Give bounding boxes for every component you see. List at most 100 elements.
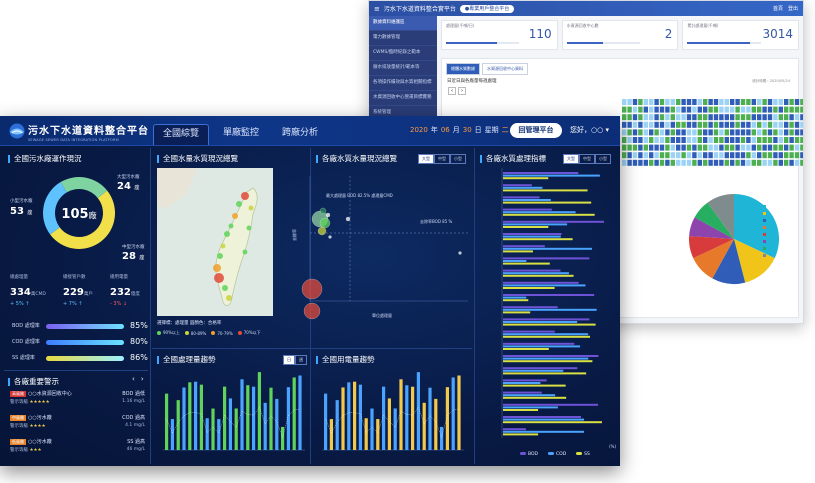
heatmap-cell <box>784 121 789 128</box>
plant-marker[interactable] <box>222 285 228 291</box>
plant-marker[interactable] <box>217 253 223 259</box>
quality-bar-chart: (%) <box>501 168 616 449</box>
risk-badge: 中風險 <box>10 415 26 421</box>
plant-marker[interactable] <box>214 273 224 283</box>
tab-overview[interactable]: 全國綜覽 <box>153 124 209 145</box>
alert-item[interactable]: 高風險 ○○水資源回收中心 BOD 過低 警示等級 ★★★★★ 1.16 mg/L <box>10 390 145 405</box>
plant-marker[interactable] <box>236 201 242 207</box>
back-tab[interactable]: 水資源回收中心資料 <box>482 63 528 75</box>
trend-bar <box>217 419 221 450</box>
trend-bar <box>263 402 267 450</box>
alert-item[interactable]: 低風險 ○○污水廠 SS 過高 警示等級 ★★★ 46 mg/L <box>10 438 145 453</box>
quality-bar <box>503 184 532 187</box>
heatmap-cell <box>778 137 783 143</box>
alerts-prev-icon[interactable]: ‹ <box>132 375 135 383</box>
plant-marker[interactable] <box>224 231 230 237</box>
heatmap-cell <box>719 121 724 128</box>
back-home-link[interactable]: 首頁 <box>773 5 783 12</box>
trend-bar <box>364 418 368 450</box>
scatter-point[interactable] <box>458 251 462 255</box>
back-platform-pill[interactable]: ●專業用戶整合平台 <box>459 4 515 13</box>
heatmap-cell <box>649 137 654 143</box>
prev-icon[interactable]: ‹ <box>448 87 456 95</box>
heatmap-cell <box>622 114 627 121</box>
quality-bar <box>503 177 549 180</box>
pie-legend-item <box>763 211 768 218</box>
heatmap-cell <box>735 159 740 166</box>
back-to-platform-button[interactable]: 回管理平台 <box>510 123 562 138</box>
scatter-point[interactable] <box>301 278 323 300</box>
heatmap-cell <box>654 121 659 128</box>
heatmap-cell <box>665 99 670 105</box>
back-sidebar-item[interactable]: CWMS/臨時紀錄之範本 <box>369 46 437 61</box>
plant-marker[interactable] <box>220 243 226 249</box>
back-menu-icon[interactable]: ≡ <box>374 5 380 13</box>
plant-marker[interactable] <box>232 213 238 219</box>
scatter-point[interactable] <box>317 226 327 236</box>
trend-bar <box>286 387 290 450</box>
heatmap-cell <box>789 106 794 113</box>
plant-marker[interactable] <box>242 249 248 255</box>
heatmap-cell <box>654 106 659 113</box>
quality-bar <box>503 235 561 238</box>
scatter-point[interactable] <box>325 212 331 218</box>
plant-marker[interactable] <box>213 264 221 272</box>
scatter-point[interactable] <box>345 216 351 222</box>
back-stat-card: 水資源回收中心數 2 <box>561 20 679 50</box>
trend-bar <box>188 382 192 450</box>
heatmap-cell <box>730 137 735 143</box>
scatter-point[interactable] <box>319 207 327 215</box>
heatmap-cell <box>627 106 632 113</box>
bod-rate-row: BOD 處理率 85% <box>12 321 148 330</box>
trend-toggle[interactable]: 日週 <box>283 355 307 365</box>
alerts-next-icon[interactable]: › <box>141 375 144 383</box>
scatter-point[interactable] <box>328 235 332 239</box>
plant-marker[interactable] <box>248 205 254 211</box>
quality-size-toggle[interactable]: 大型 中型 小型 <box>563 154 611 164</box>
scatter-point[interactable] <box>303 302 321 320</box>
heatmap-cell <box>800 137 803 143</box>
next-icon[interactable]: › <box>458 87 466 95</box>
plant-marker[interactable] <box>228 223 234 229</box>
heatmap-cell <box>784 99 789 105</box>
heatmap-cell <box>686 121 692 128</box>
back-sidebar-item[interactable]: 電力數據管理 <box>369 31 437 46</box>
back-tab[interactable]: 總體水質數據 <box>446 63 480 75</box>
plant-marker[interactable] <box>241 192 249 200</box>
alert-item[interactable]: 中風險 ○○污水廠 COD 過高 警示等級 ★★★★ 4.1 mg/L <box>10 414 145 429</box>
heatmap-cell <box>659 99 665 105</box>
taiwan-map[interactable] <box>157 168 273 316</box>
back-logout-link[interactable]: 登出 <box>788 5 798 12</box>
heatmap-cell <box>778 106 783 113</box>
heatmap-cell <box>681 137 686 143</box>
back-sidebar-item[interactable]: 數據資料維護區 <box>369 16 437 31</box>
quality-bar <box>503 372 587 375</box>
tab-cross-analysis[interactable]: 跨廠分析 <box>272 124 328 145</box>
trend-bar <box>246 385 250 450</box>
heatmap-cell <box>762 114 767 121</box>
heatmap-cell <box>751 152 756 159</box>
risk-badge: 低風險 <box>10 439 26 445</box>
quality-bar <box>503 428 526 431</box>
heatmap-cell <box>638 152 643 159</box>
back-sidebar-item[interactable]: 各項操作績效與水質相關指標 <box>369 76 437 91</box>
back-sidebar-item[interactable]: 廢水排放量統計/範本等 <box>369 61 437 76</box>
heatmap-cell <box>638 106 643 113</box>
heatmap-cell <box>800 99 803 105</box>
trend-bar <box>440 426 444 450</box>
trend-bar <box>445 387 449 450</box>
plant-marker[interactable] <box>246 225 252 231</box>
heatmap-cell <box>773 99 778 105</box>
tab-single-plant[interactable]: 單廠監控 <box>213 124 269 145</box>
plant-marker[interactable] <box>226 295 232 301</box>
quality-bar <box>503 199 551 201</box>
heatmap-cell <box>649 159 654 166</box>
scatter-size-toggle[interactable]: 大型 中型 小型 <box>418 154 466 164</box>
heatmap-cell <box>751 144 756 151</box>
alert-value: 46 mg/L <box>126 447 145 452</box>
back-sidebar-item[interactable]: 水資源回收中心營運目標實務 <box>369 91 437 106</box>
user-menu[interactable]: 您好，○○ ▾ <box>570 125 609 135</box>
scatter-point[interactable] <box>319 217 331 229</box>
heatmap-cell <box>730 99 735 105</box>
map-legend-title: 選擇標：處理量 圓顏色：合格率 <box>157 321 222 326</box>
